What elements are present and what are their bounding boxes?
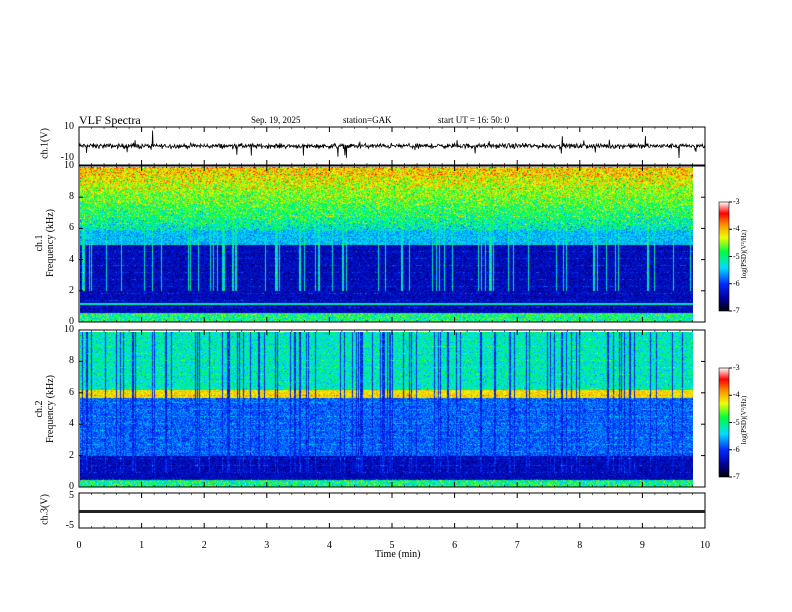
ch1-freq-ytick: 4 [69,253,74,265]
x-tick-label: 1 [139,540,145,551]
colorbar-tick-label: -5 [733,417,740,427]
colorbar-tick-label: -5 [733,251,740,261]
ch1-ytick: 10 [64,121,74,132]
x-tick-label: 9 [639,540,645,551]
x-tick-label: 6 [452,540,458,551]
ch1-frequency-ylabel: ch.1 Frequency (kHz) [34,203,56,283]
colorbar-tick-label: -4 [733,390,740,400]
ch1-waveform [78,130,706,159]
ch2-freq-ytick: 10 [64,324,74,335]
colorbar-tick-label: -3 [733,363,740,372]
ch3-waveform [79,510,705,513]
colorbar-frame [718,367,730,478]
colorbar-frame [718,201,730,312]
x-tick-label: 10 [700,540,710,551]
frequency-label: Frequency (kHz) [45,208,56,278]
ch1-voltage-ylabel: ch.1(V) [39,128,51,159]
axes-layer [78,126,732,529]
ch2-freq-ytick: 8 [69,355,74,367]
colorbar-tick-label: -7 [733,306,740,315]
ch1-freq-ytick: 8 [69,191,74,203]
colorbar-tick-label: -4 [733,224,740,234]
colorbar-tick-label: -3 [733,197,740,206]
ch2-frequency-ylabel: ch.2 Frequency (kHz) [34,369,56,449]
x-tick-label: 5 [389,540,395,551]
ch2-label: ch.2 [34,400,45,418]
ch1-colorbar-label: log(PSD)(V²/Hz) [740,229,748,279]
colorbar-tick-label: -7 [733,472,740,481]
x-tick-label: 2 [201,540,207,551]
x-tick-label: 3 [264,540,270,551]
ch2-freq-ytick: 6 [69,386,74,398]
ch2-freq-ytick: 2 [69,449,74,461]
x-tick-label: 8 [577,540,583,551]
frequency-label: Frequency (kHz) [45,374,56,444]
panel-2-frame [78,165,706,323]
x-tick-label: 4 [326,540,332,551]
ch3-voltage-ylabel: ch.3(V) [39,494,51,525]
ch2-colorbar-label: log(PSD)(V²/Hz) [740,395,748,445]
x-tick-label: 7 [514,540,520,551]
colorbar-tick-label: -6 [733,444,740,454]
ch3-ytick: 5 [69,490,74,501]
ch1-freq-ytick: 2 [69,284,74,296]
x-tick-label: 0 [76,540,82,551]
colorbar-tick-label: -6 [733,278,740,288]
ch1-label: ch.1 [34,234,45,252]
ch1-freq-ytick: 10 [64,160,74,171]
ch3-ytick: -5 [65,520,74,531]
ch2-freq-ytick: 4 [69,418,74,430]
panel-3-frame [78,329,706,488]
ch1-freq-ytick: 6 [69,222,74,234]
